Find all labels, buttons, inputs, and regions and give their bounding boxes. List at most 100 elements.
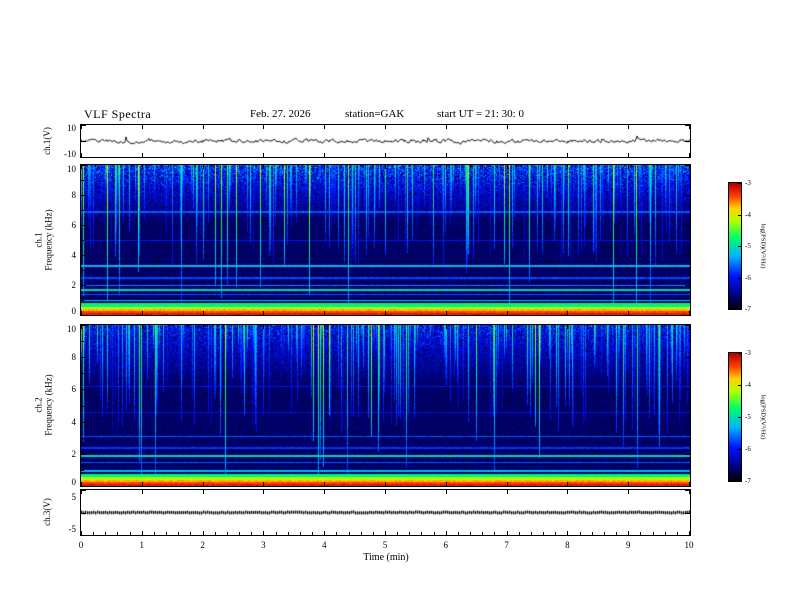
x-tick-label: 3 [261, 540, 266, 550]
x-major-tick [567, 531, 569, 535]
x-minor-tick [239, 532, 241, 535]
x-major-tick [628, 325, 630, 329]
x-major-tick [324, 125, 326, 129]
x-minor-tick [372, 532, 374, 535]
vlf-spectra-figure: VLF Spectra Feb. 27. 2026 station=GAK st… [0, 0, 792, 612]
x-major-tick [628, 490, 630, 494]
x-tick-label: 10 [684, 540, 694, 550]
y-minor-tick [81, 240, 84, 241]
colorbar-tick-label: -5 [745, 242, 751, 250]
x-major-tick [385, 482, 386, 486]
y-tick-label: 8 [71, 190, 77, 200]
x-minor-tick [287, 532, 289, 535]
x-tick-label: 8 [565, 540, 570, 550]
x-major-tick [141, 153, 143, 157]
y-minor-tick [81, 180, 84, 181]
y-tick-label: 2 [71, 448, 77, 459]
x-tick-label: 4 [321, 540, 327, 550]
x-major-tick [445, 325, 447, 329]
y-minor-tick [81, 405, 84, 407]
x-major-tick [202, 490, 204, 494]
x-minor-tick [299, 532, 301, 535]
x-major-tick [141, 490, 143, 494]
y-major-tick [685, 255, 690, 256]
colorbar-tick-label: -4 [745, 381, 751, 389]
y-major-tick [685, 165, 690, 166]
figure-date: Feb. 27. 2026 [250, 108, 311, 120]
x-tick-label: 9 [625, 540, 631, 550]
x-major-tick [506, 153, 508, 157]
x-major-tick [506, 482, 508, 486]
y-major-tick [685, 490, 690, 491]
x-major-tick [324, 482, 326, 486]
x-minor-tick [153, 532, 155, 535]
x-major-tick [141, 165, 143, 169]
x-major-tick [385, 125, 386, 129]
x-minor-tick [676, 532, 678, 535]
x-minor-tick [178, 532, 180, 535]
x-major-tick [567, 482, 569, 486]
y-tick-label: 6 [71, 220, 77, 230]
x-minor-tick [603, 532, 605, 535]
x-major-tick [263, 490, 265, 494]
y-major-tick [685, 285, 690, 286]
colorbar-tick-label: -5 [745, 413, 751, 421]
x-minor-tick [518, 532, 520, 535]
y-major-tick [685, 453, 690, 455]
x-major-tick [141, 311, 143, 315]
x-major-tick [385, 311, 386, 315]
x-minor-tick [494, 532, 496, 535]
y-tick-label: 0 [71, 306, 77, 316]
colorbar-tick-label: -7 [745, 477, 751, 485]
x-major-tick [628, 153, 630, 157]
x-minor-tick [312, 532, 314, 535]
x-major-tick [506, 125, 508, 129]
y-major-tick [81, 486, 86, 487]
y-major-tick [81, 285, 86, 286]
x-major-tick [263, 531, 265, 535]
colorbar-tick-label: -3 [745, 179, 751, 187]
y-tick-label: 10 [67, 123, 76, 133]
x-minor-tick [433, 532, 435, 535]
x-major-tick [141, 325, 143, 329]
x-major-tick [567, 125, 569, 129]
x-major-tick [324, 153, 326, 157]
colorbar-tick [738, 481, 741, 482]
y-major-tick [81, 165, 86, 166]
x-minor-tick [409, 532, 411, 535]
x-minor-tick [664, 532, 666, 535]
y-major-tick [81, 453, 86, 455]
x-minor-tick [251, 532, 253, 535]
x-major-tick [202, 125, 204, 129]
colorbar-tick [738, 417, 741, 418]
x-minor-tick [470, 532, 472, 535]
ch1-spectrogram-panel [80, 164, 691, 316]
x-major-tick [385, 490, 386, 494]
x-minor-tick [579, 532, 581, 535]
x-minor-tick [360, 532, 362, 535]
x-minor-tick [543, 532, 545, 535]
x-major-tick [202, 311, 204, 315]
spec2-channel-label: ch.2 [33, 397, 44, 413]
y-major-tick [685, 195, 690, 196]
x-major-tick [324, 165, 326, 169]
x-major-tick [263, 482, 265, 486]
x-major-tick [141, 531, 143, 535]
x-major-tick [567, 311, 569, 315]
x-minor-tick [530, 532, 532, 535]
x-minor-tick [397, 532, 399, 535]
y-tick-label: -5 [68, 524, 77, 534]
spec1-channel-label: ch.1 [33, 232, 44, 248]
y-major-tick [81, 315, 86, 316]
x-major-tick [263, 325, 265, 329]
x-major-tick [628, 311, 630, 315]
y-major-tick [685, 315, 690, 316]
x-tick-label: 6 [443, 540, 449, 550]
x-major-tick [324, 311, 326, 315]
y-minor-tick [81, 373, 84, 375]
x-major-tick [628, 165, 630, 169]
x-major-tick [324, 325, 326, 329]
colorbar-tick-label: -7 [745, 305, 751, 313]
x-major-tick [445, 490, 447, 494]
x-major-tick [202, 165, 204, 169]
